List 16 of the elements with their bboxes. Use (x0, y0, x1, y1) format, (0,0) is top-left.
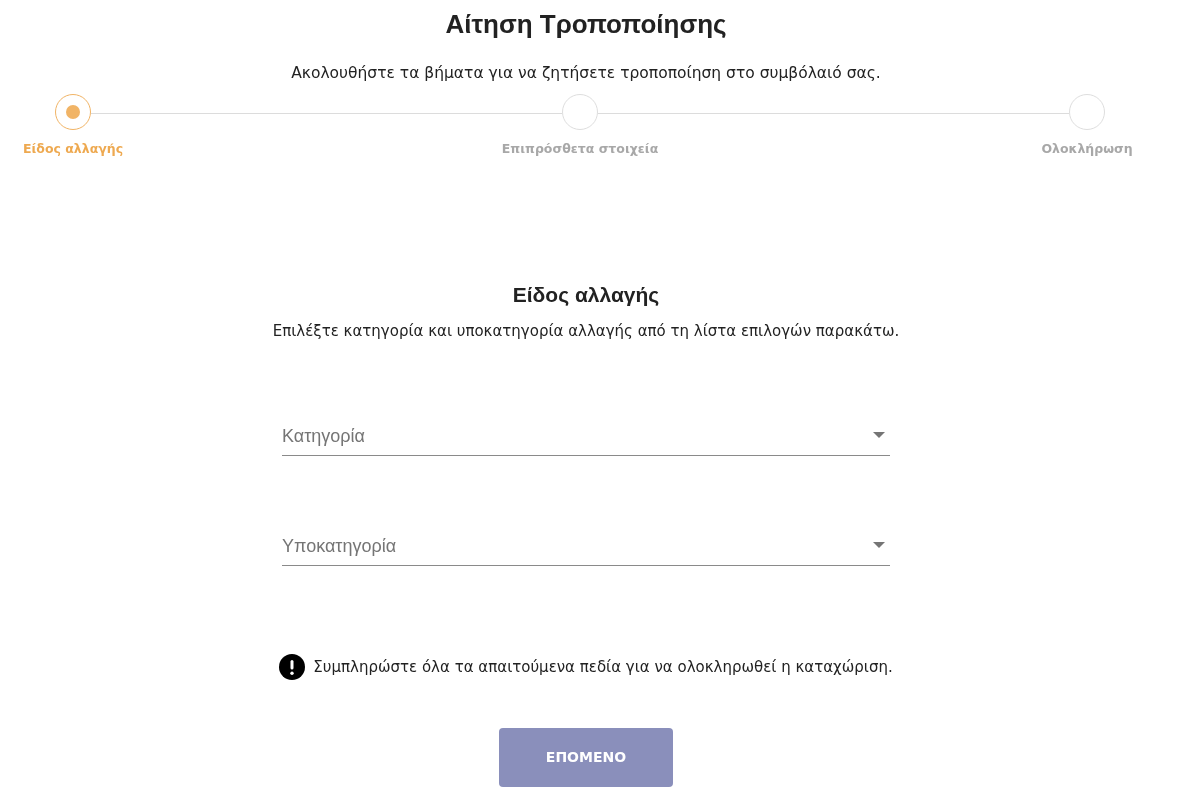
section-heading: Είδος αλλαγής (512, 281, 660, 307)
exclamation-icon (279, 654, 306, 681)
step-marker[interactable] (562, 94, 598, 131)
caret-icon (873, 542, 885, 549)
step-label: Ολοκλήρωση (1041, 141, 1133, 158)
notice-text: Συμπληρώστε όλα τα απαιτούμενα πεδία για να ολοκληρωθεί η καταχώριση. (313, 656, 893, 678)
step-label: Είδος αλλαγής (22, 141, 124, 158)
section-description: Επιλέξτε κατηγορία και υποκατηγορία αλλαγής από τη λίστα επιλογών παρακάτω. (272, 320, 900, 342)
current-step-marker[interactable] (55, 94, 91, 131)
page-title: Αίτηση Τροποποίησης (445, 9, 727, 41)
step-label: Επιπρόσθετα στοιχεία (501, 141, 659, 158)
dropdown-field[interactable]: Υποκατηγορία (282, 525, 890, 567)
page-subtitle: Ακολουθήστε τα βήματα για να ζητήσετε τροποποίηση στο συμβόλαιό σας. (291, 63, 881, 85)
caret-icon (873, 432, 885, 439)
step-marker[interactable] (1069, 94, 1105, 131)
dropdown-field[interactable]: Κατηγορία (282, 415, 890, 457)
